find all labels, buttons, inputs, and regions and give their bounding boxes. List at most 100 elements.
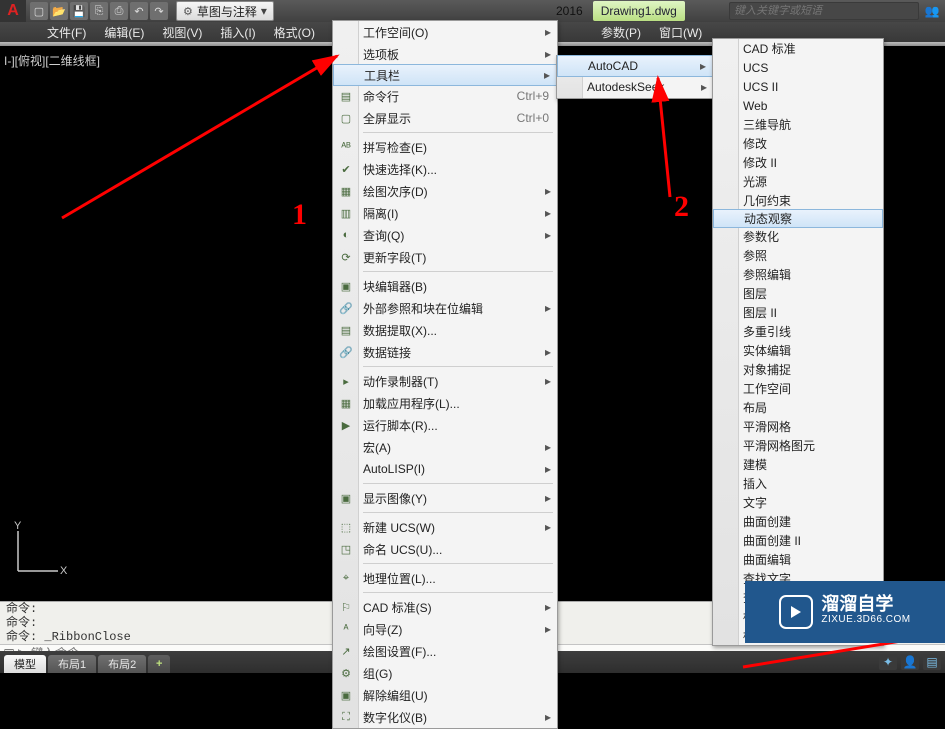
status-person-icon[interactable]: 👤 — [901, 654, 919, 670]
menu-item[interactable]: ⛶数字化仪(B)▸ — [333, 706, 557, 728]
submenu-arrow-icon: ▸ — [545, 206, 551, 220]
menu-item-icon — [338, 439, 354, 455]
search-field[interactable] — [729, 0, 919, 22]
workspace-dropdown[interactable]: ⚙ 草图与注释 ▾ — [176, 1, 274, 21]
toolbar-list-item[interactable]: UCS — [713, 58, 883, 77]
menu-item[interactable]: 🔗外部参照和块在位编辑▸ — [333, 297, 557, 319]
new-icon[interactable]: ▢ — [30, 2, 48, 20]
toolbar-list-item[interactable]: 工作空间 — [713, 379, 883, 398]
toolbar-list-item[interactable]: 建模 — [713, 455, 883, 474]
toolbar-list-item[interactable]: 参照 — [713, 246, 883, 265]
menu-separator — [363, 483, 553, 484]
submenu-arrow-icon: ▸ — [545, 440, 551, 454]
infocenter-icon[interactable]: 👥 — [921, 0, 943, 22]
toolbar-list-item[interactable]: 平滑网格 — [713, 417, 883, 436]
menu-item[interactable]: ◐查询(Q)▸ — [333, 224, 557, 246]
menu-item-icon: ▤ — [338, 322, 354, 338]
toolbar-list-item[interactable]: 参照编辑 — [713, 265, 883, 284]
menu-item[interactable]: ▣块编辑器(B) — [333, 275, 557, 297]
menu-item[interactable]: ▤命令行Ctrl+9 — [333, 85, 557, 107]
tab-add[interactable]: + — [148, 655, 170, 673]
status-annotation-icon[interactable]: ▤ — [923, 654, 941, 670]
tab-layout2[interactable]: 布局2 — [98, 655, 146, 673]
menu-window[interactable]: 窗口(W) — [650, 22, 711, 42]
menu-item[interactable]: AutoLISP(I)▸ — [333, 458, 557, 480]
menu-item[interactable]: ⌖地理位置(L)... — [333, 567, 557, 589]
menu-params[interactable]: 参数(P) — [592, 22, 650, 42]
document-title-area: 2016 Drawing1.dwg — [556, 0, 685, 22]
search-input[interactable] — [729, 2, 919, 20]
menu-item[interactable]: ▤数据提取(X)... — [333, 319, 557, 341]
menu-item[interactable]: ᴬᴮ拼写检查(E) — [333, 136, 557, 158]
toolbar-list-item[interactable]: 平滑网格图元 — [713, 436, 883, 455]
menu-insert[interactable]: 插入(I) — [211, 22, 264, 42]
menu-item[interactable]: ⟳更新字段(T) — [333, 246, 557, 268]
menu-item-label: 向导(Z) — [363, 621, 549, 638]
menu-item[interactable]: ▶运行脚本(R)... — [333, 414, 557, 436]
toolbar-list-item[interactable]: 曲面编辑 — [713, 550, 883, 569]
menu-item[interactable]: ⬚新建 UCS(W)▸ — [333, 516, 557, 538]
submenu-arrow-icon: ▸ — [701, 80, 707, 94]
redo-icon[interactable]: ↷ — [150, 2, 168, 20]
toolbar-list-item[interactable]: UCS II — [713, 77, 883, 96]
toolbar-list-item[interactable]: 图层 — [713, 284, 883, 303]
toolbar-list-item[interactable]: 修改 II — [713, 153, 883, 172]
app-logo-icon[interactable]: A — [0, 0, 26, 22]
print-icon[interactable]: ⎙ — [110, 2, 128, 20]
toolbar-list-item[interactable]: 图层 II — [713, 303, 883, 322]
menu-item[interactable]: ▦绘图次序(D)▸ — [333, 180, 557, 202]
toolbar-list-item[interactable]: 参数化 — [713, 227, 883, 246]
status-icon[interactable]: ✦ — [879, 654, 897, 670]
toolbar-list-item[interactable]: 文字 — [713, 493, 883, 512]
menu-edit[interactable]: 编辑(E) — [95, 22, 153, 42]
toolbar-list-item[interactable]: 动态观察 — [713, 209, 883, 228]
menu-item[interactable]: AutodeskSeek▸ — [557, 76, 713, 98]
menu-item[interactable]: 选项板▸ — [333, 43, 557, 65]
toolbar-list-item[interactable]: 对象捕捉 — [713, 360, 883, 379]
undo-icon[interactable]: ↶ — [130, 2, 148, 20]
toolbar-list-item[interactable]: Web — [713, 96, 883, 115]
toolbar-list-label: 工作空间 — [743, 380, 875, 397]
menu-item[interactable]: ▣解除编组(U) — [333, 684, 557, 706]
menu-item[interactable]: ▢全屏显示Ctrl+0 — [333, 107, 557, 129]
save-icon[interactable]: 💾 — [70, 2, 88, 20]
menu-view[interactable]: 视图(V) — [153, 22, 211, 42]
toolbar-list-item[interactable]: 布局 — [713, 398, 883, 417]
menu-item[interactable]: 工作空间(O)▸ — [333, 21, 557, 43]
tab-model[interactable]: 模型 — [4, 655, 46, 673]
menu-item[interactable]: ⚙组(G) — [333, 662, 557, 684]
toolbar-list-item[interactable]: 曲面创建 II — [713, 531, 883, 550]
toolbar-list-item[interactable]: 几何约束 — [713, 191, 883, 210]
menu-item[interactable]: 宏(A)▸ — [333, 436, 557, 458]
open-icon[interactable]: 📂 — [50, 2, 68, 20]
toolbar-list-item[interactable]: 曲面创建 — [713, 512, 883, 531]
menu-item[interactable]: ᴬ向导(Z)▸ — [333, 618, 557, 640]
saveas-icon[interactable]: ⎘ — [90, 2, 108, 20]
toolbar-list-item[interactable]: 多重引线 — [713, 322, 883, 341]
toolbar-list-item[interactable]: 实体编辑 — [713, 341, 883, 360]
toolbar-list-item[interactable]: 三维导航 — [713, 115, 883, 134]
menu-item[interactable]: ▣显示图像(Y)▸ — [333, 487, 557, 509]
toolbar-list-item[interactable]: 光源 — [713, 172, 883, 191]
menu-file[interactable]: 文件(F) — [38, 22, 95, 42]
menu-item[interactable]: ↗绘图设置(F)... — [333, 640, 557, 662]
menu-item[interactable]: ▦加载应用程序(L)... — [333, 392, 557, 414]
menu-format[interactable]: 格式(O) — [265, 22, 324, 42]
menu-item[interactable]: AutoCAD▸ — [557, 55, 713, 77]
toolbar-list-item[interactable]: 修改 — [713, 134, 883, 153]
view-label[interactable]: I-][俯视][二维线框] — [4, 52, 100, 69]
menu-item[interactable]: ⚐CAD 标准(S)▸ — [333, 596, 557, 618]
menu-separator — [363, 271, 553, 272]
menu-item[interactable]: ✔快速选择(K)... — [333, 158, 557, 180]
menu-item[interactable]: 🔗数据链接▸ — [333, 341, 557, 363]
menu-item[interactable]: ▥隔离(I)▸ — [333, 202, 557, 224]
menu-item[interactable]: 工具栏▸ — [333, 64, 557, 86]
toolbar-list-item[interactable]: 插入 — [713, 474, 883, 493]
menu-item-icon: ⌖ — [338, 570, 354, 586]
toolbar-list-label: 文字 — [743, 494, 875, 511]
menu-item[interactable]: ◳命名 UCS(U)... — [333, 538, 557, 560]
tab-layout1[interactable]: 布局1 — [48, 655, 96, 673]
menu-item[interactable]: ▸动作录制器(T)▸ — [333, 370, 557, 392]
menu-item-icon: ⚙ — [338, 665, 354, 681]
toolbar-list-item[interactable]: CAD 标准 — [713, 39, 883, 58]
